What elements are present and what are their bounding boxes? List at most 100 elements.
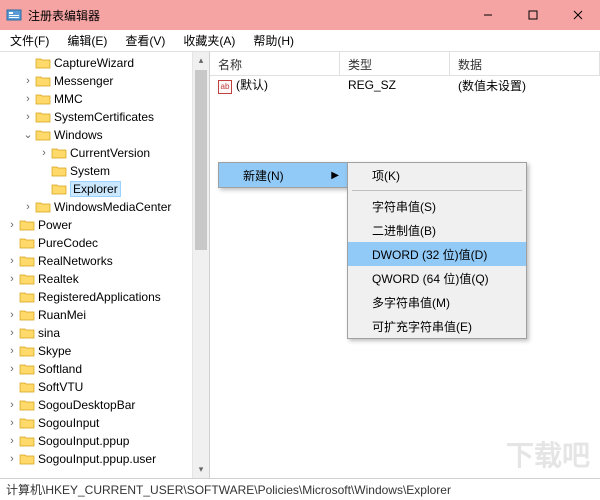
tree-node-label: CurrentVersion	[70, 146, 150, 160]
ctx-string[interactable]: 字符串值(S)	[348, 194, 526, 218]
tree-node[interactable]: ›Skype	[0, 342, 209, 360]
tree-node[interactable]: RegisteredApplications	[0, 288, 209, 306]
menu-separator	[352, 190, 522, 191]
scroll-up-icon[interactable]: ▴	[193, 52, 209, 69]
folder-icon	[19, 254, 35, 268]
ctx-key[interactable]: 项(K)	[348, 163, 526, 187]
tree-node-label: Softland	[38, 362, 82, 376]
expand-toggle-icon[interactable]: ›	[6, 400, 18, 411]
folder-icon	[19, 380, 35, 394]
folder-icon	[35, 128, 51, 142]
folder-icon	[19, 272, 35, 286]
tree-node[interactable]: Explorer	[0, 180, 209, 198]
col-data[interactable]: 数据	[450, 52, 600, 75]
tree-node[interactable]: ›RealNetworks	[0, 252, 209, 270]
tree-scrollbar[interactable]: ▴ ▾	[192, 52, 209, 478]
tree-node[interactable]: › SogouInput.ppup.user	[0, 450, 209, 468]
tree-node[interactable]: ›WindowsMediaCenter	[0, 198, 209, 216]
tree-node-label: SogouInput.ppup	[38, 434, 129, 448]
tree-node[interactable]: › RuanMei	[0, 306, 209, 324]
scrollbar-thumb[interactable]	[195, 70, 207, 250]
tree-node-label: SogouInput.ppup.user	[38, 452, 156, 466]
tree-node[interactable]: › SogouInput.ppup	[0, 432, 209, 450]
tree-node[interactable]: CaptureWizard	[0, 54, 209, 72]
tree-node[interactable]: › Messenger	[0, 72, 209, 90]
ctx-new[interactable]: 新建(N) ▶	[219, 163, 347, 187]
folder-icon	[19, 416, 35, 430]
tree-node[interactable]: › MMC	[0, 90, 209, 108]
tree-node-label: RegisteredApplications	[38, 290, 161, 304]
statusbar: 计算机\HKEY_CURRENT_USER\SOFTWARE\Policies\…	[0, 478, 600, 500]
menu-favorites[interactable]: 收藏夹(A)	[177, 30, 241, 51]
expand-toggle-icon[interactable]: ›	[6, 220, 18, 231]
app-icon	[6, 7, 22, 23]
tree-node[interactable]: ›SogouDesktopBar	[0, 396, 209, 414]
tree-node[interactable]: › SystemCertificates	[0, 108, 209, 126]
menubar: 文件(F) 编辑(E) 查看(V) 收藏夹(A) 帮助(H)	[0, 30, 600, 52]
ctx-dword[interactable]: DWORD (32 位)值(D)	[348, 242, 526, 266]
minimize-button[interactable]	[465, 0, 510, 30]
col-name[interactable]: 名称	[210, 52, 340, 75]
expand-toggle-icon[interactable]: ›	[6, 274, 18, 285]
tree-node-label: System	[70, 164, 110, 178]
expand-toggle-icon[interactable]: ›	[38, 148, 50, 159]
tree-node-label: Windows	[54, 128, 103, 142]
scroll-down-icon[interactable]: ▾	[193, 461, 209, 478]
expand-toggle-icon[interactable]: ›	[6, 418, 18, 429]
tree-node[interactable]: › Softland	[0, 360, 209, 378]
status-path: 计算机\HKEY_CURRENT_USER\SOFTWARE\Policies\…	[6, 481, 451, 498]
menu-view[interactable]: 查看(V)	[119, 30, 171, 51]
titlebar: 注册表编辑器	[0, 0, 600, 30]
folder-icon	[19, 398, 35, 412]
menu-edit[interactable]: 编辑(E)	[61, 30, 113, 51]
expand-toggle-icon[interactable]: ›	[6, 346, 18, 357]
tree-node-label: RuanMei	[38, 308, 86, 322]
expand-toggle-icon[interactable]: ⌄	[22, 130, 34, 141]
tree-node[interactable]: System	[0, 162, 209, 180]
tree-node-label: Messenger	[54, 74, 113, 88]
tree-node[interactable]: ›Power	[0, 216, 209, 234]
folder-icon	[19, 362, 35, 376]
expand-toggle-icon[interactable]: ›	[22, 202, 34, 213]
tree-node[interactable]: ⌄ Windows	[0, 126, 209, 144]
expand-toggle-icon[interactable]: ›	[6, 328, 18, 339]
context-menu: 新建(N) ▶	[218, 162, 348, 188]
list-row[interactable]: ab(默认) REG_SZ (数值未设置)	[210, 76, 600, 94]
tree-node-label: PureCodec	[38, 236, 98, 250]
tree-node-label: SystemCertificates	[54, 110, 154, 124]
ctx-binary[interactable]: 二进制值(B)	[348, 218, 526, 242]
col-type[interactable]: 类型	[340, 52, 450, 75]
ctx-expand[interactable]: 可扩充字符串值(E)	[348, 314, 526, 338]
tree-node[interactable]: PureCodec	[0, 234, 209, 252]
expand-toggle-icon[interactable]: ›	[22, 94, 34, 105]
folder-icon	[19, 308, 35, 322]
tree-node[interactable]: ›sina	[0, 324, 209, 342]
folder-icon	[19, 218, 35, 232]
ctx-qword[interactable]: QWORD (64 位)值(Q)	[348, 266, 526, 290]
tree-node[interactable]: ›Realtek	[0, 270, 209, 288]
maximize-button[interactable]	[510, 0, 555, 30]
value-name: (默认)	[236, 78, 268, 92]
folder-icon	[35, 200, 51, 214]
folder-icon	[19, 326, 35, 340]
folder-icon	[51, 182, 67, 196]
folder-icon	[19, 290, 35, 304]
tree-node-label: MMC	[54, 92, 83, 106]
expand-toggle-icon[interactable]: ›	[22, 112, 34, 123]
expand-toggle-icon[interactable]: ›	[6, 310, 18, 321]
folder-icon	[51, 146, 67, 160]
expand-toggle-icon[interactable]: ›	[6, 436, 18, 447]
folder-icon	[19, 452, 35, 466]
ctx-multi[interactable]: 多字符串值(M)	[348, 290, 526, 314]
menu-help[interactable]: 帮助(H)	[247, 30, 300, 51]
value-data: (数值未设置)	[450, 77, 600, 94]
tree-node[interactable]: ›SogouInput	[0, 414, 209, 432]
tree-node[interactable]: › CurrentVersion	[0, 144, 209, 162]
expand-toggle-icon[interactable]: ›	[22, 76, 34, 87]
tree-node[interactable]: SoftVTU	[0, 378, 209, 396]
close-button[interactable]	[555, 0, 600, 30]
menu-file[interactable]: 文件(F)	[4, 30, 55, 51]
expand-toggle-icon[interactable]: ›	[6, 256, 18, 267]
expand-toggle-icon[interactable]: ›	[6, 454, 18, 465]
expand-toggle-icon[interactable]: ›	[6, 364, 18, 375]
